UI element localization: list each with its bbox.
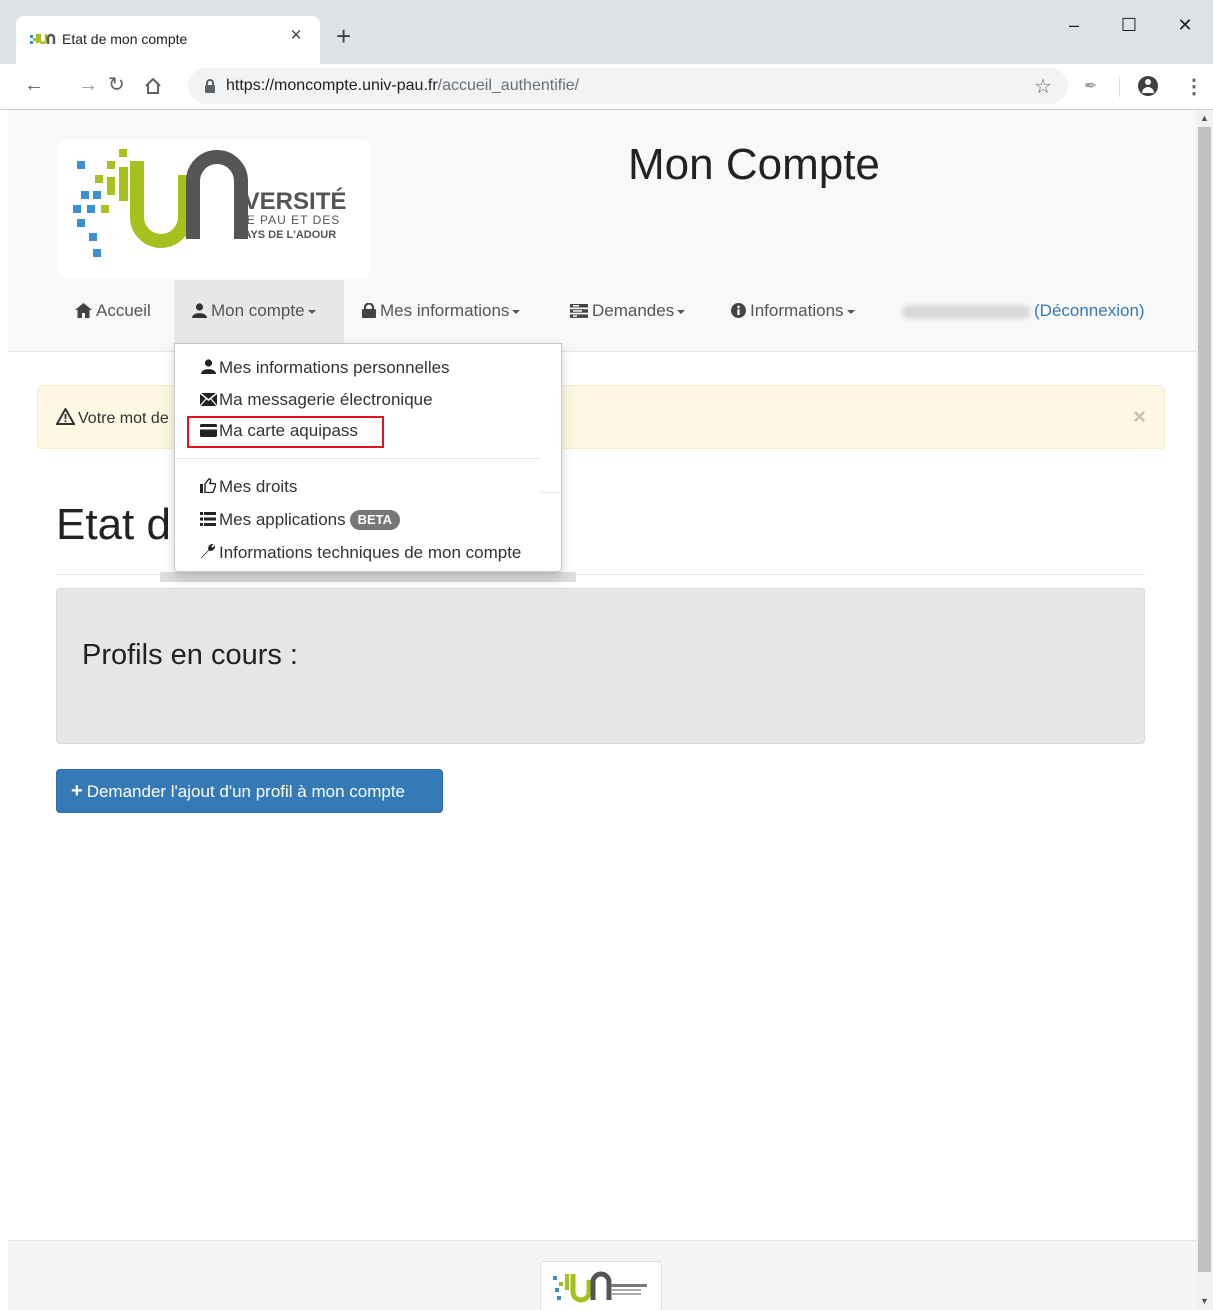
nav-mon-compte-label: Mon compte (211, 301, 305, 320)
footer-logo[interactable] (540, 1261, 662, 1310)
menu-item-mes-droits[interactable]: Mes droits (199, 475, 297, 499)
lock-icon (205, 79, 215, 93)
forward-icon[interactable]: → (78, 74, 98, 96)
profile-icon[interactable] (1138, 76, 1158, 96)
maximize-button[interactable]: ☐ (1106, 10, 1152, 40)
caret-down-icon (307, 309, 316, 314)
nav-user: (Déconnexion) (902, 280, 1145, 350)
page-title: Etat d (56, 500, 171, 549)
nav-accueil-label: Accueil (96, 301, 151, 320)
tasks-icon (570, 304, 588, 318)
home-icon (75, 303, 92, 318)
browser-menu-icon[interactable]: ⋮ (1184, 74, 1204, 99)
scroll-thumb[interactable] (1198, 127, 1211, 1272)
page-scrollbar[interactable]: ▲ ▼ (1196, 110, 1213, 1310)
logo-line2: DE PAU ET DES (237, 213, 340, 227)
home-browser-icon[interactable] (143, 76, 163, 96)
menu-divider-tail (541, 492, 561, 493)
menu-item-informations-personnelles[interactable]: Mes informations personnelles (199, 356, 450, 380)
logo-mark-icon: IVERSITÉ DE PAU ET DES PAYS DE L'ADOUR (73, 149, 346, 257)
nav-accueil[interactable]: Accueil (75, 280, 151, 350)
extension-icon[interactable]: ✒ (1084, 76, 1097, 96)
menu-divider (175, 458, 541, 459)
url-host: https://moncompte.univ-pau.fr (226, 77, 438, 94)
browser-tab[interactable]: Etat de mon compte × (16, 16, 320, 64)
back-icon[interactable]: ← (24, 74, 44, 96)
new-tab-button[interactable]: + (336, 23, 351, 49)
tab-title: Etat de mon compte (62, 31, 188, 47)
favicon-icon (30, 33, 56, 45)
browser-toolbar: ← → ↻ https://moncompte.univ-pau.fr/accu… (0, 64, 1213, 110)
scroll-down-icon[interactable]: ▼ (1200, 1296, 1209, 1306)
lock-icon (362, 303, 376, 318)
plus-icon: + (71, 780, 83, 802)
site-title: Mon Compte (628, 140, 880, 189)
menu-item-label: Mes informations personnelles (219, 358, 450, 377)
info-icon (731, 303, 746, 318)
menu-item-mes-applications[interactable]: Mes applications BETA (199, 508, 401, 534)
menu-item-informations-techniques[interactable]: Informations techniques de mon compte (199, 541, 521, 565)
caret-down-icon (846, 309, 855, 314)
mon-compte-dropdown: Mes informations personnelles Ma message… (174, 343, 562, 572)
nav-demandes[interactable]: Demandes (570, 280, 686, 350)
caret-down-icon (677, 309, 686, 314)
envelope-icon (199, 390, 217, 414)
site-footer (8, 1240, 1196, 1310)
profiles-title: Profils en cours : (82, 639, 298, 671)
logo-line1: IVERSITÉ (237, 187, 346, 215)
reload-icon[interactable]: ↻ (108, 74, 125, 96)
bookmark-star-icon[interactable]: ☆ (1034, 74, 1052, 99)
alert-close-icon[interactable]: × (1133, 404, 1146, 430)
nav-informations-label: Informations (750, 301, 844, 320)
url-text: https://moncompte.univ-pau.fr/accueil_au… (226, 77, 579, 95)
logo-line3: PAYS DE L'ADOUR (237, 229, 336, 241)
warning-icon (55, 406, 76, 425)
url-path: /accueil_authentifie/ (437, 77, 580, 94)
add-profile-label: Demander l'ajout d'un profil à mon compt… (86, 782, 406, 801)
university-logo[interactable]: IVERSITÉ DE PAU ET DES PAYS DE L'ADOUR (57, 139, 371, 278)
wrench-icon (199, 543, 217, 567)
nav-demandes-label: Demandes (592, 301, 675, 320)
profiles-well: Profils en cours : (56, 588, 1145, 744)
alert-text-wrap: Votre mot de (55, 406, 169, 428)
logout-link[interactable]: (Déconnexion) (1034, 301, 1145, 320)
menu-shadow (160, 572, 576, 582)
nav-mes-informations-label: Mes informations (380, 301, 510, 320)
user-name-redacted (902, 304, 1030, 319)
menu-item-messagerie[interactable]: Ma messagerie électronique (199, 388, 433, 412)
nav-mes-informations[interactable]: Mes informations (362, 280, 521, 350)
menu-item-label: Mes applications (219, 510, 346, 529)
beta-badge: BETA (349, 510, 401, 530)
list-icon (199, 510, 217, 534)
browser-tabstrip: Etat de mon compte × + – ☐ ✕ (0, 0, 1213, 64)
menu-item-label: Ma messagerie électronique (219, 390, 433, 409)
nav-mon-compte[interactable]: Mon compte (174, 280, 344, 350)
footer-logo-icon (553, 1271, 647, 1303)
page-viewport: IVERSITÉ DE PAU ET DES PAYS DE L'ADOUR M… (8, 110, 1196, 1310)
address-bar[interactable]: https://moncompte.univ-pau.fr/accueil_au… (188, 68, 1068, 104)
alert-text: Votre mot de (78, 410, 169, 427)
minimize-button[interactable]: – (1051, 10, 1097, 40)
tab-close-icon[interactable]: × (284, 25, 308, 47)
scroll-up-icon[interactable]: ▲ (1200, 113, 1209, 123)
user-icon (199, 358, 217, 382)
add-profile-button[interactable]: + Demander l'ajout d'un profil à mon comp… (56, 769, 443, 813)
user-icon (192, 303, 207, 318)
menu-item-label: Mes droits (219, 477, 298, 496)
menu-item-label: Informations techniques de mon compte (219, 543, 522, 562)
thumbs-up-icon (199, 477, 217, 501)
caret-down-icon (512, 309, 521, 314)
nav-informations[interactable]: Informations (731, 280, 855, 350)
toolbar-separator (1119, 77, 1120, 97)
highlight-box (187, 416, 384, 448)
site-header: IVERSITÉ DE PAU ET DES PAYS DE L'ADOUR M… (8, 110, 1196, 352)
close-window-button[interactable]: ✕ (1162, 10, 1208, 40)
